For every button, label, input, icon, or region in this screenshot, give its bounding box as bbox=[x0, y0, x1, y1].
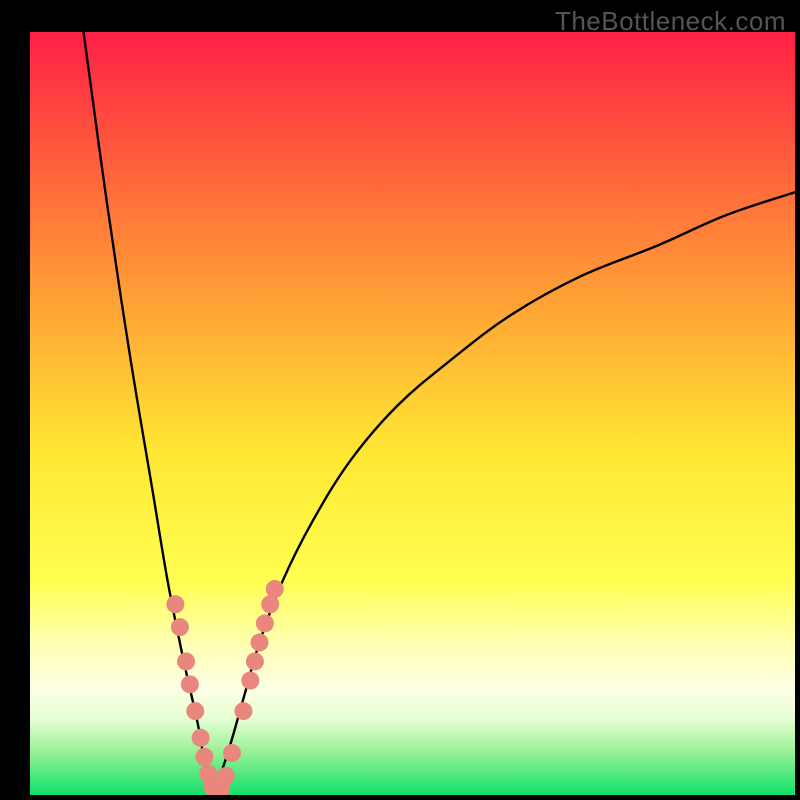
valley-marker bbox=[234, 702, 252, 720]
valley-marker bbox=[251, 633, 269, 651]
valley-marker bbox=[256, 614, 274, 632]
valley-marker bbox=[266, 580, 284, 598]
valley-marker bbox=[177, 652, 195, 670]
valley-marker bbox=[261, 595, 279, 613]
valley-marker bbox=[223, 744, 241, 762]
plot-area bbox=[30, 32, 795, 795]
valley-marker bbox=[246, 652, 264, 670]
valley-marker bbox=[186, 702, 204, 720]
valley-marker bbox=[195, 748, 213, 766]
valley-marker bbox=[171, 618, 189, 636]
curve-right-branch bbox=[214, 192, 795, 795]
valley-marker bbox=[181, 675, 199, 693]
valley-marker bbox=[217, 767, 235, 785]
image-root: TheBottleneck.com bbox=[0, 0, 800, 800]
bottleneck-curve bbox=[30, 32, 795, 795]
valley-marker bbox=[192, 729, 210, 747]
valley-marker bbox=[241, 672, 259, 690]
valley-marker bbox=[166, 595, 184, 613]
